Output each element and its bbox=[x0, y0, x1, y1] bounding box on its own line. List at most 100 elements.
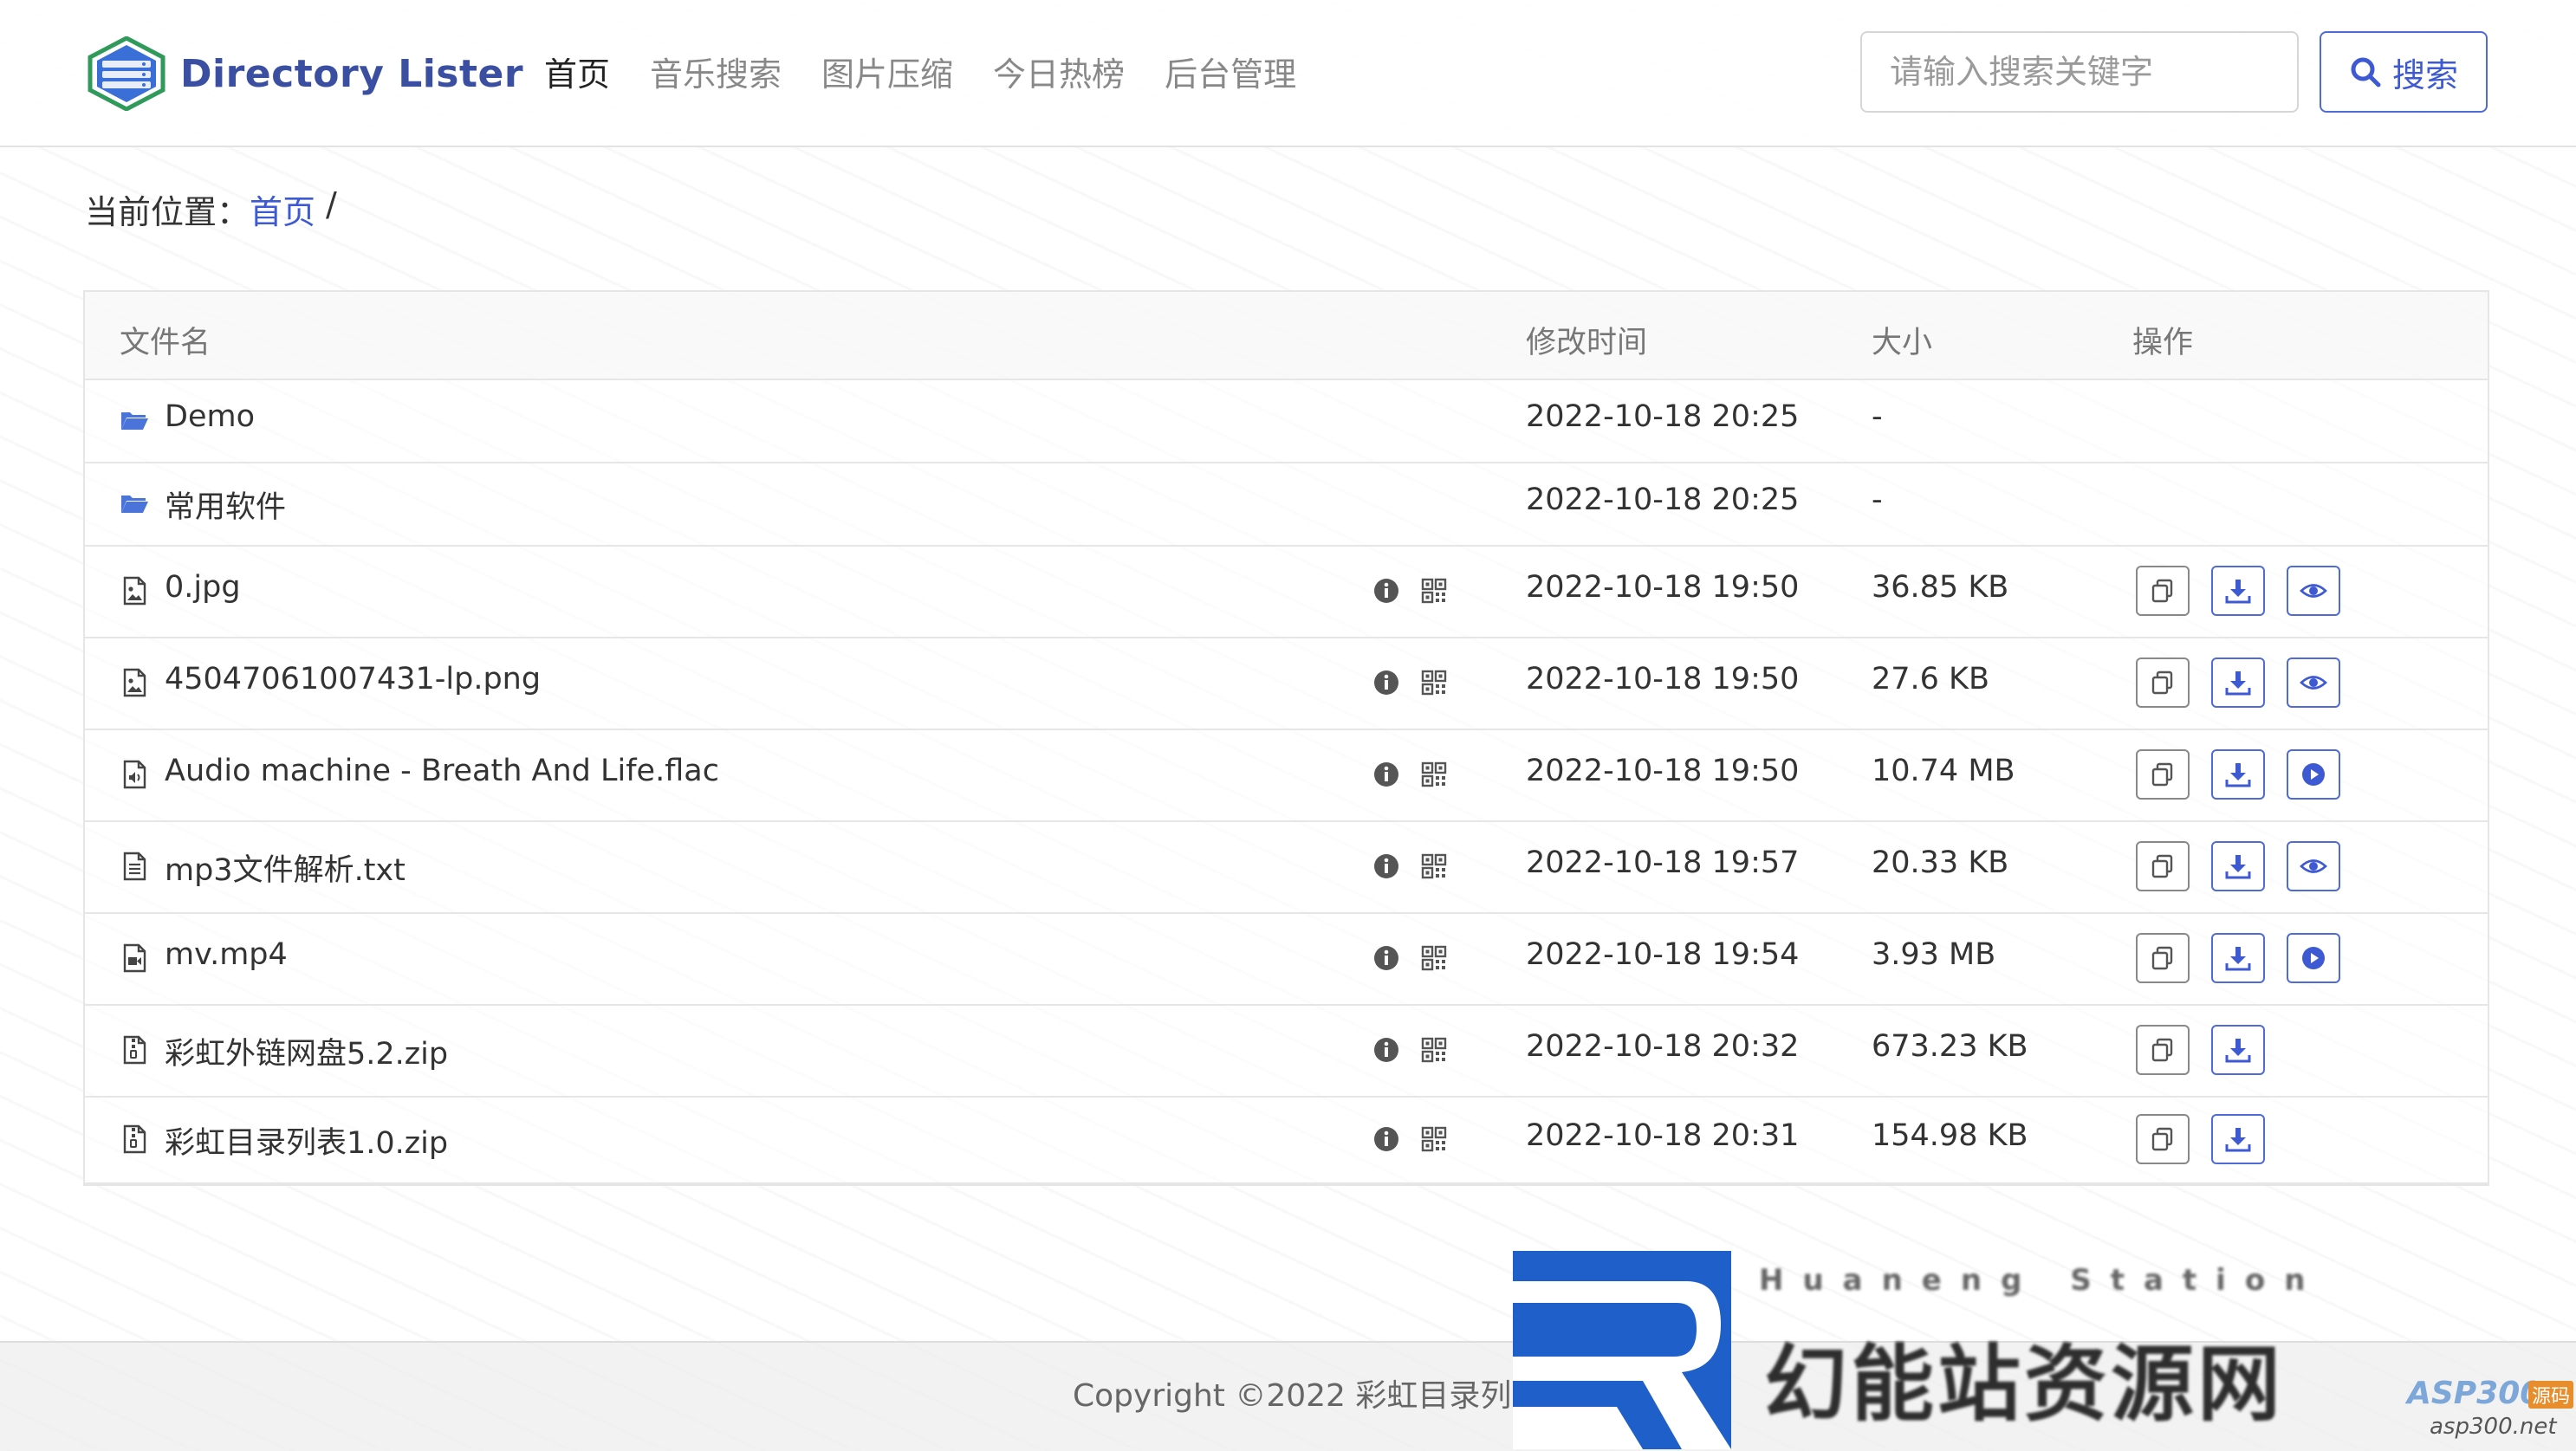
watermark-asp-badge: 源码 bbox=[2528, 1381, 2574, 1409]
watermark-asp-label: ASP300 bbox=[2407, 1376, 2542, 1411]
download-button[interactable] bbox=[2211, 1114, 2265, 1164]
table-row[interactable]: 常用软件 2022-10-18 20:25 - bbox=[85, 462, 2488, 547]
nav-item-image-compress[interactable]: 图片压缩 bbox=[821, 49, 953, 100]
info-icon[interactable] bbox=[1372, 1125, 1400, 1153]
file-size: 3.93 MB bbox=[1872, 937, 1996, 972]
modified-time: 2022-10-18 19:57 bbox=[1526, 845, 1800, 880]
nav-item-music-search[interactable]: 音乐搜索 bbox=[650, 49, 782, 100]
copy-link-button[interactable] bbox=[2136, 1114, 2190, 1164]
column-header-modified: 修改时间 bbox=[1526, 326, 1648, 360]
file-size: 20.33 KB bbox=[1872, 845, 2009, 880]
file-name-link[interactable]: 彩虹目录列表1.0.zip bbox=[165, 1118, 448, 1163]
preview-button[interactable] bbox=[2287, 657, 2340, 708]
search-icon bbox=[2351, 57, 2381, 87]
table-row[interactable]: mp3文件解析.txt 2022-10-18 19:57 20.33 KB bbox=[85, 820, 2488, 914]
info-icon[interactable] bbox=[1372, 577, 1400, 605]
breadcrumb: 当前位置： 首页 / bbox=[85, 185, 337, 233]
download-button[interactable] bbox=[2211, 841, 2265, 891]
copy-icon bbox=[2151, 762, 2173, 787]
table-row[interactable]: mv.mp4 2022-10-18 19:54 3.93 MB bbox=[85, 912, 2488, 1006]
nav-item-hot-list[interactable]: 今日热榜 bbox=[993, 49, 1125, 100]
qr-code-icon[interactable] bbox=[1420, 761, 1448, 788]
file-name-link[interactable]: 彩虹外链网盘5.2.zip bbox=[165, 1029, 448, 1073]
modified-time: 2022-10-18 19:50 bbox=[1526, 754, 1800, 788]
play-icon bbox=[2302, 763, 2325, 786]
file-name-link[interactable]: Audio machine - Breath And Life.flac bbox=[165, 754, 719, 788]
download-button[interactable] bbox=[2211, 657, 2265, 708]
info-icon[interactable] bbox=[1372, 1036, 1400, 1064]
copy-link-button[interactable] bbox=[2136, 749, 2190, 800]
file-name-link[interactable]: mv.mp4 bbox=[165, 937, 288, 972]
file-size: - bbox=[1872, 399, 1883, 434]
table-row[interactable]: 0.jpg 2022-10-18 19:50 36.85 KB bbox=[85, 545, 2488, 638]
file-size: 27.6 KB bbox=[1872, 662, 1990, 696]
copy-link-button[interactable] bbox=[2136, 841, 2190, 891]
copy-icon bbox=[2151, 1127, 2173, 1151]
download-button[interactable] bbox=[2211, 749, 2265, 800]
watermark-url: asp300.net bbox=[2430, 1414, 2557, 1440]
search-button[interactable]: 搜索 bbox=[2320, 31, 2488, 113]
info-icon[interactable] bbox=[1372, 761, 1400, 788]
play-button[interactable] bbox=[2287, 933, 2340, 983]
copy-link-button[interactable] bbox=[2136, 657, 2190, 708]
file-name-link[interactable]: 45047061007431-lp.png bbox=[165, 662, 541, 696]
brand[interactable]: Directory Lister bbox=[87, 36, 523, 111]
table-row[interactable]: Audio machine - Breath And Life.flac 2022… bbox=[85, 729, 2488, 822]
preview-button[interactable] bbox=[2287, 841, 2340, 891]
download-icon bbox=[2225, 1039, 2251, 1063]
file-size: - bbox=[1872, 483, 1883, 517]
file-name-link[interactable]: mp3文件解析.txt bbox=[165, 845, 406, 890]
file-name-link[interactable]: 0.jpg bbox=[165, 570, 241, 605]
file-name-link[interactable]: Demo bbox=[165, 399, 255, 434]
modified-time: 2022-10-18 20:32 bbox=[1526, 1029, 1800, 1064]
table-row[interactable]: 彩虹目录列表1.0.zip 2022-10-18 20:31 154.98 KB bbox=[85, 1096, 2488, 1184]
eye-icon bbox=[2300, 676, 2327, 690]
download-icon bbox=[2225, 947, 2251, 971]
table-row[interactable]: 45047061007431-lp.png 2022-10-18 19:50 27.… bbox=[85, 637, 2488, 730]
file-name-link[interactable]: 常用软件 bbox=[165, 483, 286, 527]
copy-link-button[interactable] bbox=[2136, 1025, 2190, 1075]
qr-code-icon[interactable] bbox=[1420, 1125, 1448, 1153]
table-row[interactable]: 彩虹外链网盘5.2.zip 2022-10-18 20:32 673.23 KB bbox=[85, 1004, 2488, 1098]
text-file-icon bbox=[120, 852, 149, 881]
play-button[interactable] bbox=[2287, 749, 2340, 800]
eye-icon bbox=[2300, 584, 2327, 598]
qr-code-icon[interactable] bbox=[1420, 944, 1448, 972]
copy-icon bbox=[2151, 946, 2173, 970]
qr-code-icon[interactable] bbox=[1420, 1036, 1448, 1064]
breadcrumb-home-link[interactable]: 首页 bbox=[250, 185, 315, 233]
modified-time: 2022-10-18 20:25 bbox=[1526, 483, 1800, 517]
copy-link-button[interactable] bbox=[2136, 566, 2190, 616]
modified-time: 2022-10-18 19:50 bbox=[1526, 662, 1800, 696]
download-button[interactable] bbox=[2211, 933, 2265, 983]
image-file-icon bbox=[120, 576, 149, 606]
modified-time: 2022-10-18 19:54 bbox=[1526, 937, 1800, 972]
top-navbar: Directory Lister 首页 音乐搜索 图片压缩 今日热榜 后台管理 … bbox=[0, 0, 2576, 147]
watermark-title: 幻能站资源网 bbox=[1764, 1336, 2284, 1433]
archive-file-icon bbox=[120, 1124, 149, 1154]
qr-code-icon[interactable] bbox=[1420, 669, 1448, 696]
download-icon bbox=[2225, 763, 2251, 787]
watermark-subtitle: Huaneng Station bbox=[1759, 1263, 2325, 1298]
archive-file-icon bbox=[120, 1035, 149, 1065]
qr-code-icon[interactable] bbox=[1420, 577, 1448, 605]
file-size: 673.23 KB bbox=[1872, 1029, 2028, 1064]
download-icon bbox=[2225, 1128, 2251, 1152]
main-nav: 首页 音乐搜索 图片压缩 今日热榜 后台管理 bbox=[544, 49, 1336, 100]
qr-code-icon[interactable] bbox=[1420, 852, 1448, 880]
modified-time: 2022-10-18 20:31 bbox=[1526, 1118, 1800, 1153]
info-icon[interactable] bbox=[1372, 852, 1400, 880]
table-row[interactable]: Demo 2022-10-18 20:25 - bbox=[85, 379, 2488, 463]
search-input[interactable] bbox=[1860, 31, 2299, 113]
download-button[interactable] bbox=[2211, 566, 2265, 616]
nav-item-home[interactable]: 首页 bbox=[544, 49, 610, 100]
nav-item-admin[interactable]: 后台管理 bbox=[1165, 49, 1296, 100]
preview-button[interactable] bbox=[2287, 566, 2340, 616]
search-button-label: 搜索 bbox=[2391, 55, 2458, 94]
modified-time: 2022-10-18 20:25 bbox=[1526, 399, 1800, 434]
info-icon[interactable] bbox=[1372, 944, 1400, 972]
copy-link-button[interactable] bbox=[2136, 933, 2190, 983]
info-icon[interactable] bbox=[1372, 669, 1400, 696]
download-button[interactable] bbox=[2211, 1025, 2265, 1075]
copy-icon bbox=[2151, 854, 2173, 878]
